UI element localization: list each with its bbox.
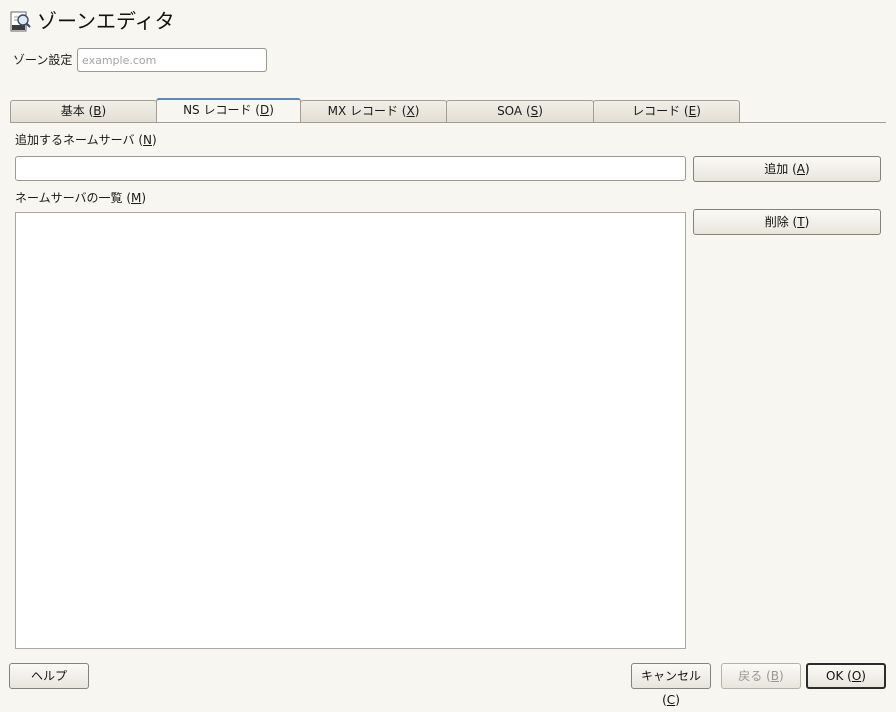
help-button[interactable]: ヘルプ [9,663,89,689]
ok-button[interactable]: OK (O) [806,663,886,689]
nameserver-list-label: ネームサーバの一覧 (M) [15,191,147,205]
dns-zone-icon [8,10,32,34]
delete-button[interactable]: 削除 (T) [693,209,881,235]
zone-name-input[interactable] [77,48,267,72]
nameserver-list[interactable] [15,212,686,649]
add-nameserver-label: 追加するネームサーバ (N) [15,133,157,147]
tab-soa[interactable]: SOA (S) [446,100,594,122]
add-button[interactable]: 追加 (A) [693,156,881,182]
window-title: ゾーンエディタ [37,9,175,33]
back-button[interactable]: 戻る (B) [721,663,801,689]
zone-settings-label: ゾーン設定 [13,53,73,67]
tab-divider [10,122,886,123]
tab-mx-records[interactable]: MX レコード (X) [300,100,447,122]
tab-ns-records[interactable]: NS レコード (D) [156,98,301,123]
tab-basic[interactable]: 基本 (B) [10,100,157,122]
nameserver-input[interactable] [15,156,686,181]
cancel-button[interactable]: キャンセル (C) [631,663,711,707]
tab-records[interactable]: レコード (E) [593,100,740,122]
